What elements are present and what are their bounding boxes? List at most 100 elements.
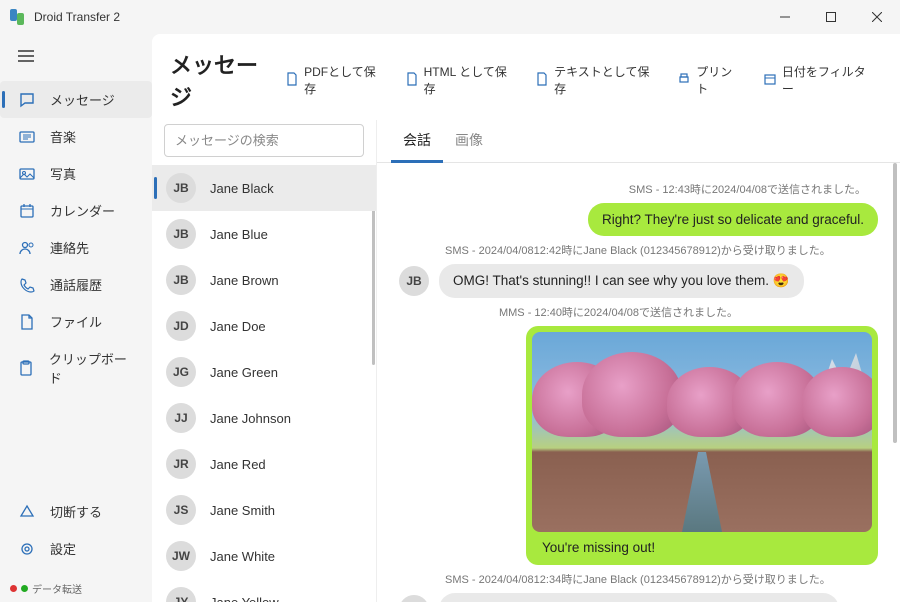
calendar-icon <box>18 203 36 219</box>
gear-icon <box>18 541 36 557</box>
nav-label: 切断する <box>50 502 102 521</box>
avatar: JW <box>166 541 196 571</box>
contact-name: Jane White <box>210 549 275 564</box>
nav-music[interactable]: 音楽 <box>0 118 152 155</box>
nav-messages[interactable]: メッセージ <box>0 81 152 118</box>
maximize-button[interactable] <box>808 0 854 34</box>
message-meta: SMS - 2024/04/0812:34時にJane Black (01234… <box>399 571 878 587</box>
contact-item[interactable]: JG Jane Green <box>152 349 376 395</box>
mms-image[interactable] <box>532 332 872 532</box>
nav-label: クリップボード <box>49 349 134 387</box>
nav-label: 設定 <box>50 539 76 558</box>
minimize-button[interactable] <box>762 0 808 34</box>
status-label: データ転送 <box>32 581 82 596</box>
window-title: Droid Transfer 2 <box>34 10 120 24</box>
print-icon <box>677 72 691 89</box>
avatar: JB <box>166 265 196 295</box>
status-dot-red <box>10 585 17 592</box>
file-icon <box>18 314 36 330</box>
phone-icon <box>18 277 36 293</box>
message-meta: SMS - 12:43時に2024/04/08で送信されました。 <box>399 181 878 197</box>
avatar: JB <box>399 595 429 602</box>
text-icon <box>535 72 549 89</box>
contact-item[interactable]: JB Jane Blue <box>152 211 376 257</box>
contact-item[interactable]: JR Jane Red <box>152 441 376 487</box>
status-bar: データ転送 <box>0 575 152 602</box>
contact-name: Jane Black <box>210 181 274 196</box>
message-meta: SMS - 2024/04/0812:42時にJane Black (01234… <box>399 242 878 258</box>
close-button[interactable] <box>854 0 900 34</box>
sidebar: メッセージ 音楽 写真 カレンダー 連絡先 通話履歴 <box>0 34 152 602</box>
contact-item[interactable]: JS Jane Smith <box>152 487 376 533</box>
page-title: メッセージ <box>170 48 275 112</box>
message-bubble-in: Ohh, those are beautiful too. I've never… <box>439 593 839 602</box>
nav-label: 音楽 <box>50 127 76 146</box>
contact-item[interactable]: JB Jane Brown <box>152 257 376 303</box>
avatar: JG <box>166 357 196 387</box>
nav-label: ファイル <box>50 312 102 331</box>
print-button[interactable]: プリント <box>667 57 751 103</box>
clipboard-icon <box>18 360 35 376</box>
contact-item[interactable]: JJ Jane Johnson <box>152 395 376 441</box>
contact-item[interactable]: JW Jane White <box>152 533 376 579</box>
disconnect-icon <box>18 504 36 520</box>
avatar: JB <box>166 219 196 249</box>
message-bubble-in: OMG! That's stunning!! I can see why you… <box>439 264 804 298</box>
nav-files[interactable]: ファイル <box>0 303 152 340</box>
contact-name: Jane Brown <box>210 273 279 288</box>
nav-calendar[interactable]: カレンダー <box>0 192 152 229</box>
avatar: JB <box>166 173 196 203</box>
contact-name: Jane Doe <box>210 319 266 334</box>
status-dot-green <box>21 585 28 592</box>
search-input[interactable] <box>164 124 364 157</box>
avatar: JB <box>399 266 429 296</box>
save-html-button[interactable]: HTML として保存 <box>395 57 524 103</box>
mms-caption: You're missing out! <box>532 532 872 559</box>
contacts-icon <box>18 240 36 256</box>
filter-date-button[interactable]: 日付をフィルター <box>753 57 882 103</box>
nav-label: 連絡先 <box>50 238 89 257</box>
calendar-filter-icon <box>763 72 777 89</box>
nav-calls[interactable]: 通話履歴 <box>0 266 152 303</box>
nav-clipboard[interactable]: クリップボード <box>0 340 152 396</box>
message-list[interactable]: SMS - 12:43時に2024/04/08で送信されました。 Right? … <box>377 163 900 602</box>
avatar: JD <box>166 311 196 341</box>
nav-disconnect[interactable]: 切断する <box>0 493 152 530</box>
titlebar: Droid Transfer 2 <box>0 0 900 34</box>
music-icon <box>18 129 36 145</box>
contact-name: Jane Johnson <box>210 411 291 426</box>
save-text-button[interactable]: テキストとして保存 <box>525 57 665 103</box>
contact-name: Jane Yellow <box>210 595 279 602</box>
avatar: JS <box>166 495 196 525</box>
contact-name: Jane Blue <box>210 227 268 242</box>
contact-name: Jane Green <box>210 365 278 380</box>
message-bubble-out: Right? They're just so delicate and grac… <box>588 203 878 236</box>
nav-label: カレンダー <box>50 201 115 220</box>
message-icon <box>18 92 36 108</box>
menu-toggle[interactable] <box>0 38 152 77</box>
nav-photos[interactable]: 写真 <box>0 155 152 192</box>
contact-item[interactable]: JY Jane Yellow <box>152 579 376 602</box>
nav-settings[interactable]: 設定 <box>0 530 152 567</box>
save-pdf-button[interactable]: PDFとして保存 <box>275 57 393 103</box>
message-meta: MMS - 12:40時に2024/04/08で送信されました。 <box>399 304 878 320</box>
contact-name: Jane Smith <box>210 503 275 518</box>
avatar: JJ <box>166 403 196 433</box>
mms-bubble-out: You're missing out! <box>526 326 878 565</box>
contact-name: Jane Red <box>210 457 266 472</box>
tab-images[interactable]: 画像 <box>443 120 495 162</box>
avatar: JR <box>166 449 196 479</box>
tab-conversation[interactable]: 会話 <box>391 120 443 163</box>
nav-contacts[interactable]: 連絡先 <box>0 229 152 266</box>
contact-item[interactable]: JD Jane Doe <box>152 303 376 349</box>
html-icon <box>405 72 419 89</box>
nav-label: 通話履歴 <box>50 275 102 294</box>
contact-list[interactable]: JB Jane Black JB Jane Blue JB Jane Brown JD Jan… <box>152 165 376 602</box>
scrollbar-thumb[interactable] <box>893 163 897 443</box>
nav-label: 写真 <box>50 164 76 183</box>
contact-item[interactable]: JB Jane Black <box>152 165 376 211</box>
nav-label: メッセージ <box>50 90 115 109</box>
pdf-icon <box>285 72 299 89</box>
avatar: JY <box>166 587 196 602</box>
photo-icon <box>18 166 36 182</box>
